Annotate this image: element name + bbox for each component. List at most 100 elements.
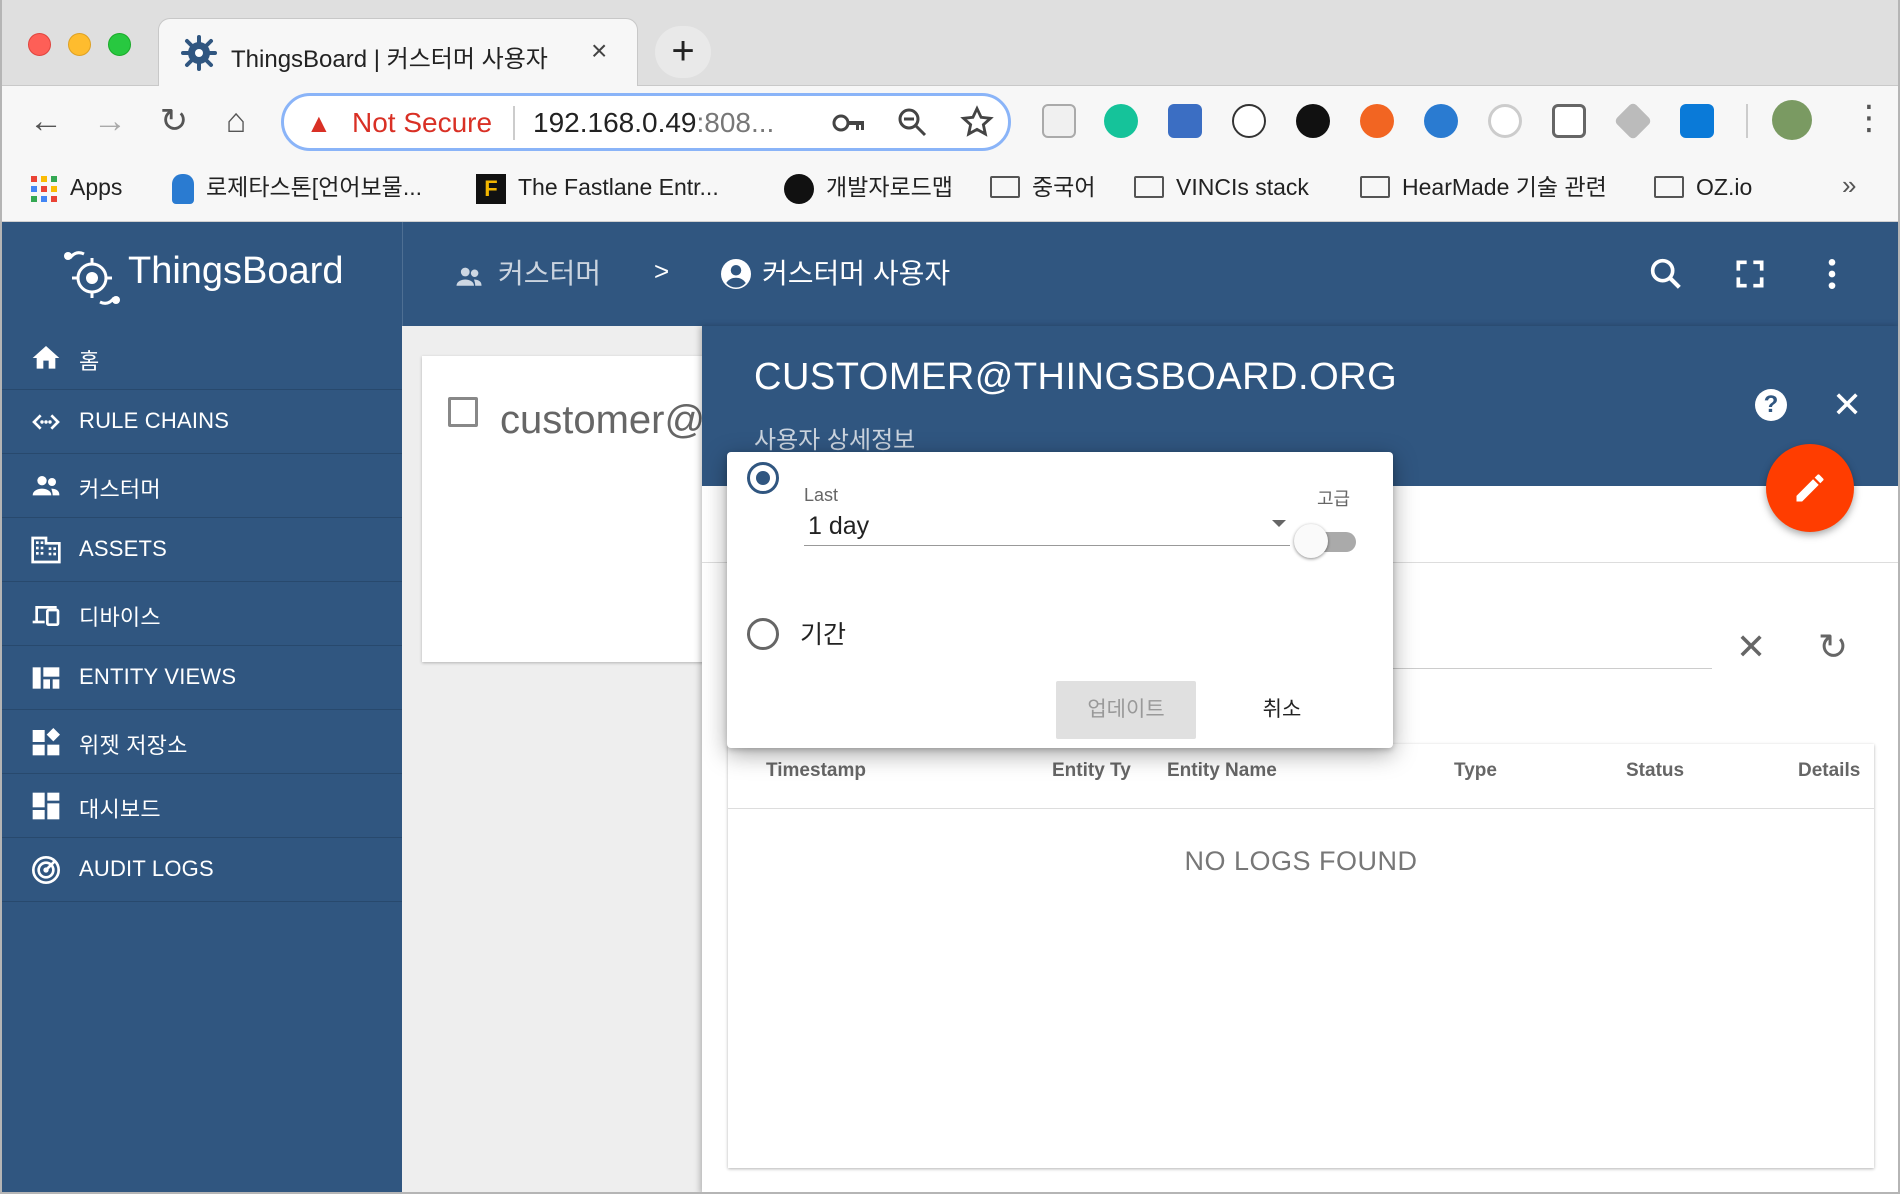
bookmark-apps[interactable]: Apps — [30, 170, 122, 204]
chevron-down-icon — [1272, 520, 1286, 527]
help-icon[interactable]: ? — [1755, 389, 1787, 421]
sidebar-item-entity-views[interactable]: ENTITY VIEWS — [0, 646, 402, 710]
advanced-toggle-knob[interactable] — [1294, 524, 1328, 558]
breadcrumb-customers[interactable]: 커스터머 — [498, 252, 601, 292]
sidebar-item-label: 커스터머 — [79, 477, 161, 502]
warning-icon: ▲ — [306, 108, 332, 138]
sidebar-item-rule-chains[interactable]: RULE CHAINS — [0, 390, 402, 454]
toolbar-divider — [1746, 104, 1748, 138]
sidebar-item-dashboards[interactable]: 대시보드 — [0, 774, 402, 838]
layout-extension-icon[interactable] — [1552, 104, 1586, 138]
sidebar-item-assets[interactable]: ASSETS — [0, 518, 402, 582]
cancel-button[interactable]: 취소 — [1212, 681, 1352, 739]
bookmark-folder[interactable]: VINCIs stack — [1134, 170, 1309, 204]
detail-subtitle: 사용자 상세정보 — [754, 427, 916, 454]
widgets-icon — [32, 728, 60, 756]
update-button[interactable]: 업데이트 — [1056, 681, 1196, 739]
globe-extension-icon[interactable] — [1424, 104, 1458, 138]
sidebar-item-customers[interactable]: 커스터머 — [0, 454, 402, 518]
sidebar-item-label: 위젯 저장소 — [79, 733, 188, 758]
table-header-divider — [728, 808, 1874, 809]
bookmark-star-icon[interactable] — [960, 105, 994, 139]
apps-grid-icon — [31, 175, 57, 202]
column-header-entity-name[interactable]: Entity Name — [1167, 760, 1277, 782]
sidebar-item-label: 대시보드 — [79, 797, 161, 822]
folder-icon — [1654, 175, 1684, 198]
g-extension-icon[interactable] — [1488, 104, 1522, 138]
lifebuoy-extension-icon[interactable] — [1360, 104, 1394, 138]
search-input[interactable] — [1382, 668, 1712, 669]
timer-extension-icon[interactable] — [1296, 104, 1330, 138]
sidebar-item-devices[interactable]: 디바이스 — [0, 582, 402, 646]
address-bar[interactable]: ▲ Not Secure 192.168.0.49:808... — [281, 93, 1011, 151]
more-vert-icon[interactable] — [1812, 254, 1852, 294]
not-secure-label[interactable]: Not Secure — [352, 107, 492, 139]
close-icon[interactable]: ✕ — [1832, 384, 1862, 426]
key-icon[interactable] — [832, 108, 866, 138]
bookmark-folder[interactable]: 중국어 — [990, 170, 1095, 204]
column-header-entity-type[interactable]: Entity Ty — [1052, 760, 1138, 782]
browser-menu-icon[interactable]: ⋮ — [1852, 98, 1886, 138]
column-header-details[interactable]: Details — [1798, 760, 1860, 782]
period-label: 기간 — [800, 621, 847, 649]
browser-tab[interactable]: ThingsBoard | 커스터머 사용자 × — [158, 18, 638, 86]
sidebar-item-label: 디바이스 — [79, 605, 161, 630]
column-header-status[interactable]: Status — [1626, 760, 1684, 782]
refresh-icon[interactable]: ↻ — [1818, 626, 1848, 668]
devices-icon — [32, 606, 60, 626]
sidebar-header-divider — [402, 222, 403, 326]
json-viewer-icon[interactable] — [1232, 104, 1266, 138]
bookmark-item[interactable]: F The Fastlane Entr... — [476, 170, 719, 204]
search-icon[interactable] — [1646, 254, 1686, 294]
edit-button[interactable] — [1766, 444, 1854, 532]
folder-icon — [1360, 175, 1390, 198]
close-window-button[interactable] — [28, 33, 51, 56]
breadcrumb-separator: > — [654, 256, 670, 286]
back-button[interactable]: ← — [26, 98, 66, 144]
column-header-type[interactable]: Type — [1454, 760, 1497, 782]
bookmarks-overflow-icon[interactable]: » — [1842, 170, 1856, 201]
bookmark-folder[interactable]: OZ.io — [1654, 170, 1752, 204]
maximize-window-button[interactable] — [108, 33, 131, 56]
zoom-icon[interactable] — [896, 106, 928, 138]
detail-title: CUSTOMER@THINGSBOARD.ORG — [754, 356, 1398, 398]
radio-last[interactable] — [747, 462, 779, 494]
trello-icon[interactable] — [1680, 104, 1714, 138]
reload-button[interactable]: ↻ — [154, 98, 194, 144]
pencil-icon — [1796, 474, 1824, 502]
interval-select[interactable]: 1 day — [804, 510, 1290, 546]
bookmark-item[interactable]: 로제타스톤[언어보물... — [172, 170, 422, 204]
folder-icon — [1134, 175, 1164, 198]
column-header-timestamp[interactable]: Timestamp — [766, 760, 866, 782]
card-checkbox[interactable] — [448, 397, 478, 427]
minimize-window-button[interactable] — [68, 33, 91, 56]
building-icon — [31, 536, 61, 564]
radio-period[interactable] — [747, 618, 779, 650]
home-button[interactable]: ⌂ — [216, 98, 256, 144]
people-icon — [32, 476, 60, 496]
sidebar-item-audit-logs[interactable]: AUDIT LOGS — [0, 838, 402, 902]
fullscreen-icon[interactable] — [1730, 254, 1770, 294]
tab-close-icon[interactable]: × — [591, 35, 607, 67]
rosetta-favicon-icon — [172, 173, 194, 204]
bookmark-item[interactable]: 개발자로드맵 — [784, 170, 953, 204]
extension-grey-icon[interactable] — [1042, 104, 1076, 138]
sidebar-item-label: AUDIT LOGS — [79, 856, 214, 881]
new-tab-button[interactable]: + — [655, 26, 711, 78]
avatar[interactable] — [1772, 100, 1812, 140]
breadcrumb-current: 커스터머 사용자 — [762, 258, 951, 289]
sidebar-item-label: ASSETS — [79, 536, 168, 561]
bookmark-extension-icon[interactable] — [1168, 104, 1202, 138]
clear-search-icon[interactable]: ✕ — [1736, 626, 1766, 668]
thingsboard-logo-icon — [64, 251, 120, 305]
sidebar-item-widgets-library[interactable]: 위젯 저장소 — [0, 710, 402, 774]
card-title: customer@ — [500, 398, 706, 442]
grammarly-icon[interactable] — [1104, 104, 1138, 138]
sidebar-item-label: ENTITY VIEWS — [79, 664, 237, 689]
bookmark-folder[interactable]: HearMade 기술 관련 — [1360, 170, 1607, 204]
github-icon — [784, 173, 814, 204]
last-label: Last — [804, 485, 839, 505]
forward-button[interactable]: → — [90, 98, 130, 144]
empty-state-message: NO LOGS FOUND — [1184, 846, 1418, 876]
sidebar-item-home[interactable]: 홈 — [0, 326, 402, 390]
